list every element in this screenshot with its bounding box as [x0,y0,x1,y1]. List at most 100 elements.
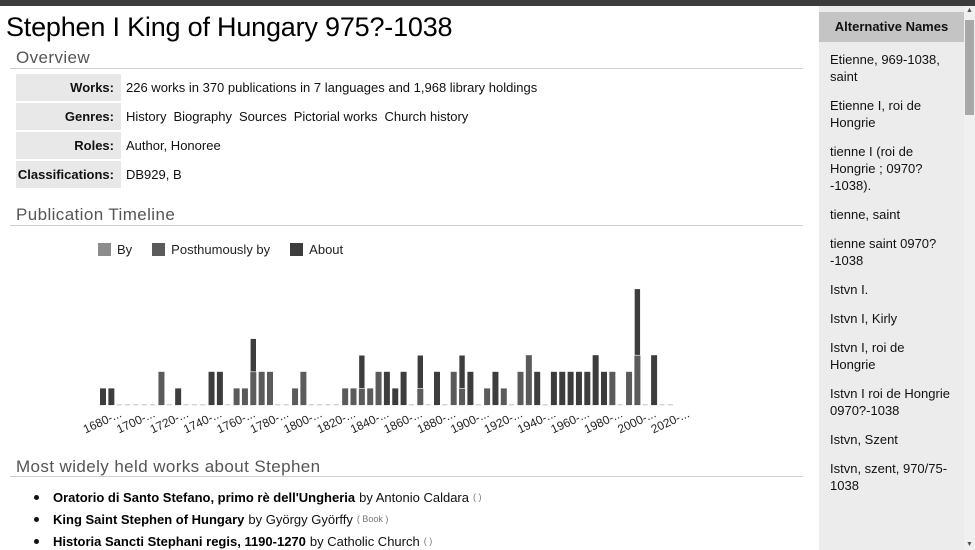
work-title-link[interactable]: Historia Sancti Stephani regis, 1190-127… [53,534,306,549]
genres-value: History Biography Sources Pictorial works Ch… [121,103,475,130]
scrollbar-thumb[interactable] [965,20,974,115]
bar-about-1725[interactable] [175,388,182,405]
alternative-name: Istvn, Szent [830,432,898,447]
bar-about-1745[interactable] [208,371,215,405]
alternative-name: tienne, saint [830,207,901,222]
bar-posthumously-by-1775[interactable] [258,371,265,405]
x-tick-label: 2020-... [649,406,692,436]
overview-row-works: Works: 226 works in 370 publications in … [16,74,537,101]
bar-about-1955[interactable] [559,371,566,405]
alternative-name: tienne saint 0970? -1038 [830,236,937,268]
work-title-link[interactable]: Oratorio di Santo Stefano, primo rè dell… [53,490,355,505]
bar-about-1680[interactable] [100,388,106,405]
bar-posthumously-by-1835[interactable] [358,388,365,405]
scroll-up-arrow-icon[interactable]: ▲ [964,6,975,16]
alternative-name: Istvn I, roi de Hongrie [830,340,905,372]
genre-link[interactable]: Pictorial works [294,109,378,124]
bar-posthumously-by-1770[interactable] [250,371,257,405]
legend-swatch-by [98,243,111,256]
overview-row-classifications: Classifications: DB929, B [16,161,537,188]
page-title: Stephen I King of Hungary 975?-1038 [6,12,453,42]
bar-about-1860[interactable] [400,371,407,405]
bar-posthumously-by-1825[interactable] [342,388,349,405]
bar-about-1965[interactable] [575,371,582,405]
legend-item-about[interactable]: About [290,242,343,257]
bar-about-1685[interactable] [108,388,115,405]
bullet [34,494,39,500]
genre-link[interactable]: Sources [239,109,287,124]
bar-posthumously-by-1845[interactable] [375,371,382,405]
bar-about-1960[interactable] [567,371,574,405]
bar-posthumously-by-1840[interactable] [367,388,374,405]
baseline-dash [475,404,481,406]
bar-about-1870[interactable] [416,354,424,389]
work-author: by Antonio Caldara [359,489,469,505]
bar-about-1880[interactable] [434,371,440,405]
baseline-dash [425,404,431,406]
works-list: Oratorio di Santo Stefano, primo rè dell… [34,486,482,550]
work-type: ( ) [473,492,482,502]
bar-posthumously-by-1795[interactable] [292,388,299,405]
baseline-dash [283,404,289,406]
main-content: Stephen I King of Hungary 975?-1038 Over… [0,6,812,550]
bar-posthumously-by-1895[interactable] [459,388,466,405]
bar-posthumously-by-1935[interactable] [525,355,532,405]
baseline-dash [667,404,673,406]
bar-posthumously-by-1930[interactable] [517,371,524,405]
chart-tick-labels: 1680-...1700-...1720-...1740-...1760-...… [81,406,692,436]
bar-about-1915[interactable] [492,371,499,405]
alternative-name: Istvn I. [830,282,869,297]
scroll-down-arrow-icon[interactable]: ▼ [964,540,975,550]
work-author: by György Györffy [248,511,353,527]
baseline-dash [333,404,339,406]
works-list-divider [10,476,803,477]
bar-about-2010[interactable] [651,355,658,405]
chart-bars [100,288,658,405]
bar-posthumously-by-1890[interactable] [450,371,457,405]
legend-item-posthumously-by[interactable]: Posthumously by [152,242,270,257]
bar-about-1940[interactable] [534,371,541,405]
genre-link[interactable]: History [126,109,166,124]
bar-posthumously-by-1715[interactable] [158,371,165,405]
bar-posthumously-by-1920[interactable] [500,388,507,405]
legend-item-by[interactable]: By [98,242,132,257]
bar-about-1850[interactable] [383,371,390,405]
bar-posthumously-by-1870[interactable] [417,388,424,405]
list-item: Oratorio di Santo Stefano, primo rè dell… [34,486,482,508]
bar-about-1855[interactable] [392,388,399,405]
alternative-names-heading: Alternative Names [819,12,964,42]
bullet [34,516,39,522]
bar-about-2000[interactable] [634,288,641,356]
bar-about-1895[interactable] [458,354,466,389]
bar-posthumously-by-1995[interactable] [626,371,633,405]
work-title-link[interactable]: King Saint Stephen of Hungary [53,512,244,527]
genre-link[interactable]: Church history [385,109,469,124]
bar-about-1975[interactable] [592,355,599,405]
bar-posthumously-by-1985[interactable] [609,371,616,405]
bar-posthumously-by-1765[interactable] [241,388,248,405]
bar-posthumously-by-1830[interactable] [350,388,357,405]
roles-value: Author, Honoree [126,138,221,153]
bar-about-1970[interactable] [584,371,591,405]
alternative-name: Istvn I, Kirly [830,311,898,326]
bar-posthumously-by-1780[interactable] [267,371,273,405]
legend-label: By [117,242,133,257]
bar-posthumously-by-2000[interactable] [634,355,641,405]
sidebar-scrollbar[interactable]: ▲ ▼ [964,6,975,550]
genre-link[interactable]: Biography [173,109,232,124]
bar-posthumously-by-1760[interactable] [233,388,240,405]
alternative-name: tienne I (roi de Hongrie ; 0970? -1038). [830,144,923,193]
bar-about-1750[interactable] [216,371,223,405]
bar-posthumously-by-1910[interactable] [484,388,491,405]
bar-about-1770[interactable] [250,338,257,373]
bar-about-1835[interactable] [358,354,366,389]
chart-legend: By Posthumously by About [98,242,363,257]
bar-about-1950[interactable] [550,371,557,405]
bar-about-1980[interactable] [601,371,607,405]
bar-posthumously-by-1800[interactable] [300,371,307,405]
list-item: King Saint Stephen of Hungary by György … [34,508,482,530]
baseline-dash [408,404,414,406]
bar-about-1900[interactable] [467,371,474,405]
alternative-name: Istvn I roi de Hongrie 0970?-1038 [830,386,950,418]
baseline-dash [509,404,515,406]
